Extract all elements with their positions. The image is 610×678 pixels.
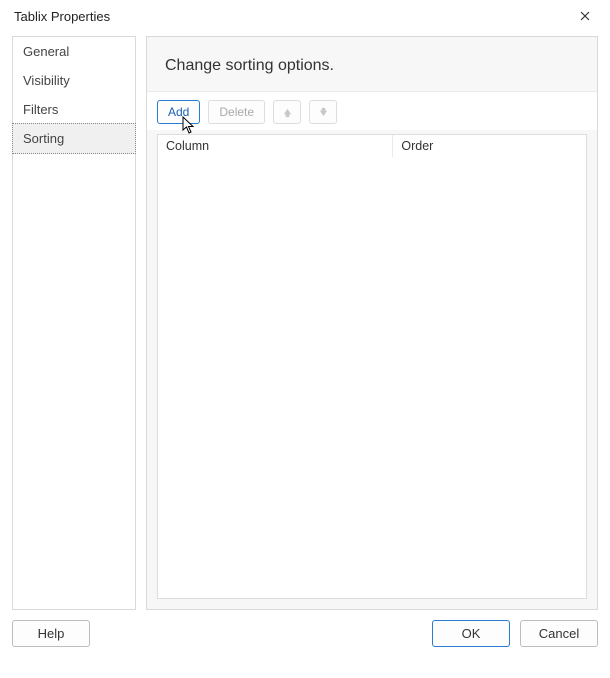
sidebar-item-visibility[interactable]: Visibility (13, 66, 135, 95)
titlebar: Tablix Properties (0, 0, 610, 32)
move-up-button[interactable] (273, 100, 301, 124)
window-title: Tablix Properties (14, 9, 110, 24)
sidebar-item-general[interactable]: General (13, 37, 135, 66)
main-heading: Change sorting options. (147, 37, 597, 91)
sidebar-item-label: Visibility (23, 73, 70, 88)
close-button[interactable] (564, 2, 606, 30)
add-button-label: Add (168, 105, 189, 119)
sidebar-item-label: Sorting (23, 131, 64, 146)
close-icon (580, 11, 590, 21)
sidebar-item-label: General (23, 44, 69, 59)
toolbar-area: Add Delete (147, 91, 597, 130)
arrow-up-icon (282, 107, 293, 118)
dialog-footer: Help OK Cancel (0, 610, 610, 659)
ok-button[interactable]: OK (432, 620, 510, 647)
main-panel: Change sorting options. Add Delete Colum (146, 36, 598, 610)
sidebar-item-sorting[interactable]: Sorting (12, 123, 136, 154)
sidebar-item-label: Filters (23, 102, 58, 117)
dialog-content: General Visibility Filters Sorting Chang… (0, 32, 610, 610)
sort-table: Column Order (157, 134, 587, 599)
toolbar: Add Delete (157, 100, 587, 124)
arrow-down-icon (318, 107, 329, 118)
cancel-button[interactable]: Cancel (520, 620, 598, 647)
column-header-order: Order (393, 135, 586, 157)
cancel-button-label: Cancel (539, 626, 579, 641)
delete-button-label: Delete (219, 105, 254, 119)
move-down-button[interactable] (309, 100, 337, 124)
help-button[interactable]: Help (12, 620, 90, 647)
sidebar-item-filters[interactable]: Filters (13, 95, 135, 124)
sidebar: General Visibility Filters Sorting (12, 36, 136, 610)
table-header-row: Column Order (158, 135, 586, 158)
column-header-column: Column (158, 135, 393, 157)
help-button-label: Help (38, 626, 65, 641)
delete-button[interactable]: Delete (208, 100, 265, 124)
ok-button-label: OK (462, 626, 481, 641)
add-button[interactable]: Add (157, 100, 200, 124)
